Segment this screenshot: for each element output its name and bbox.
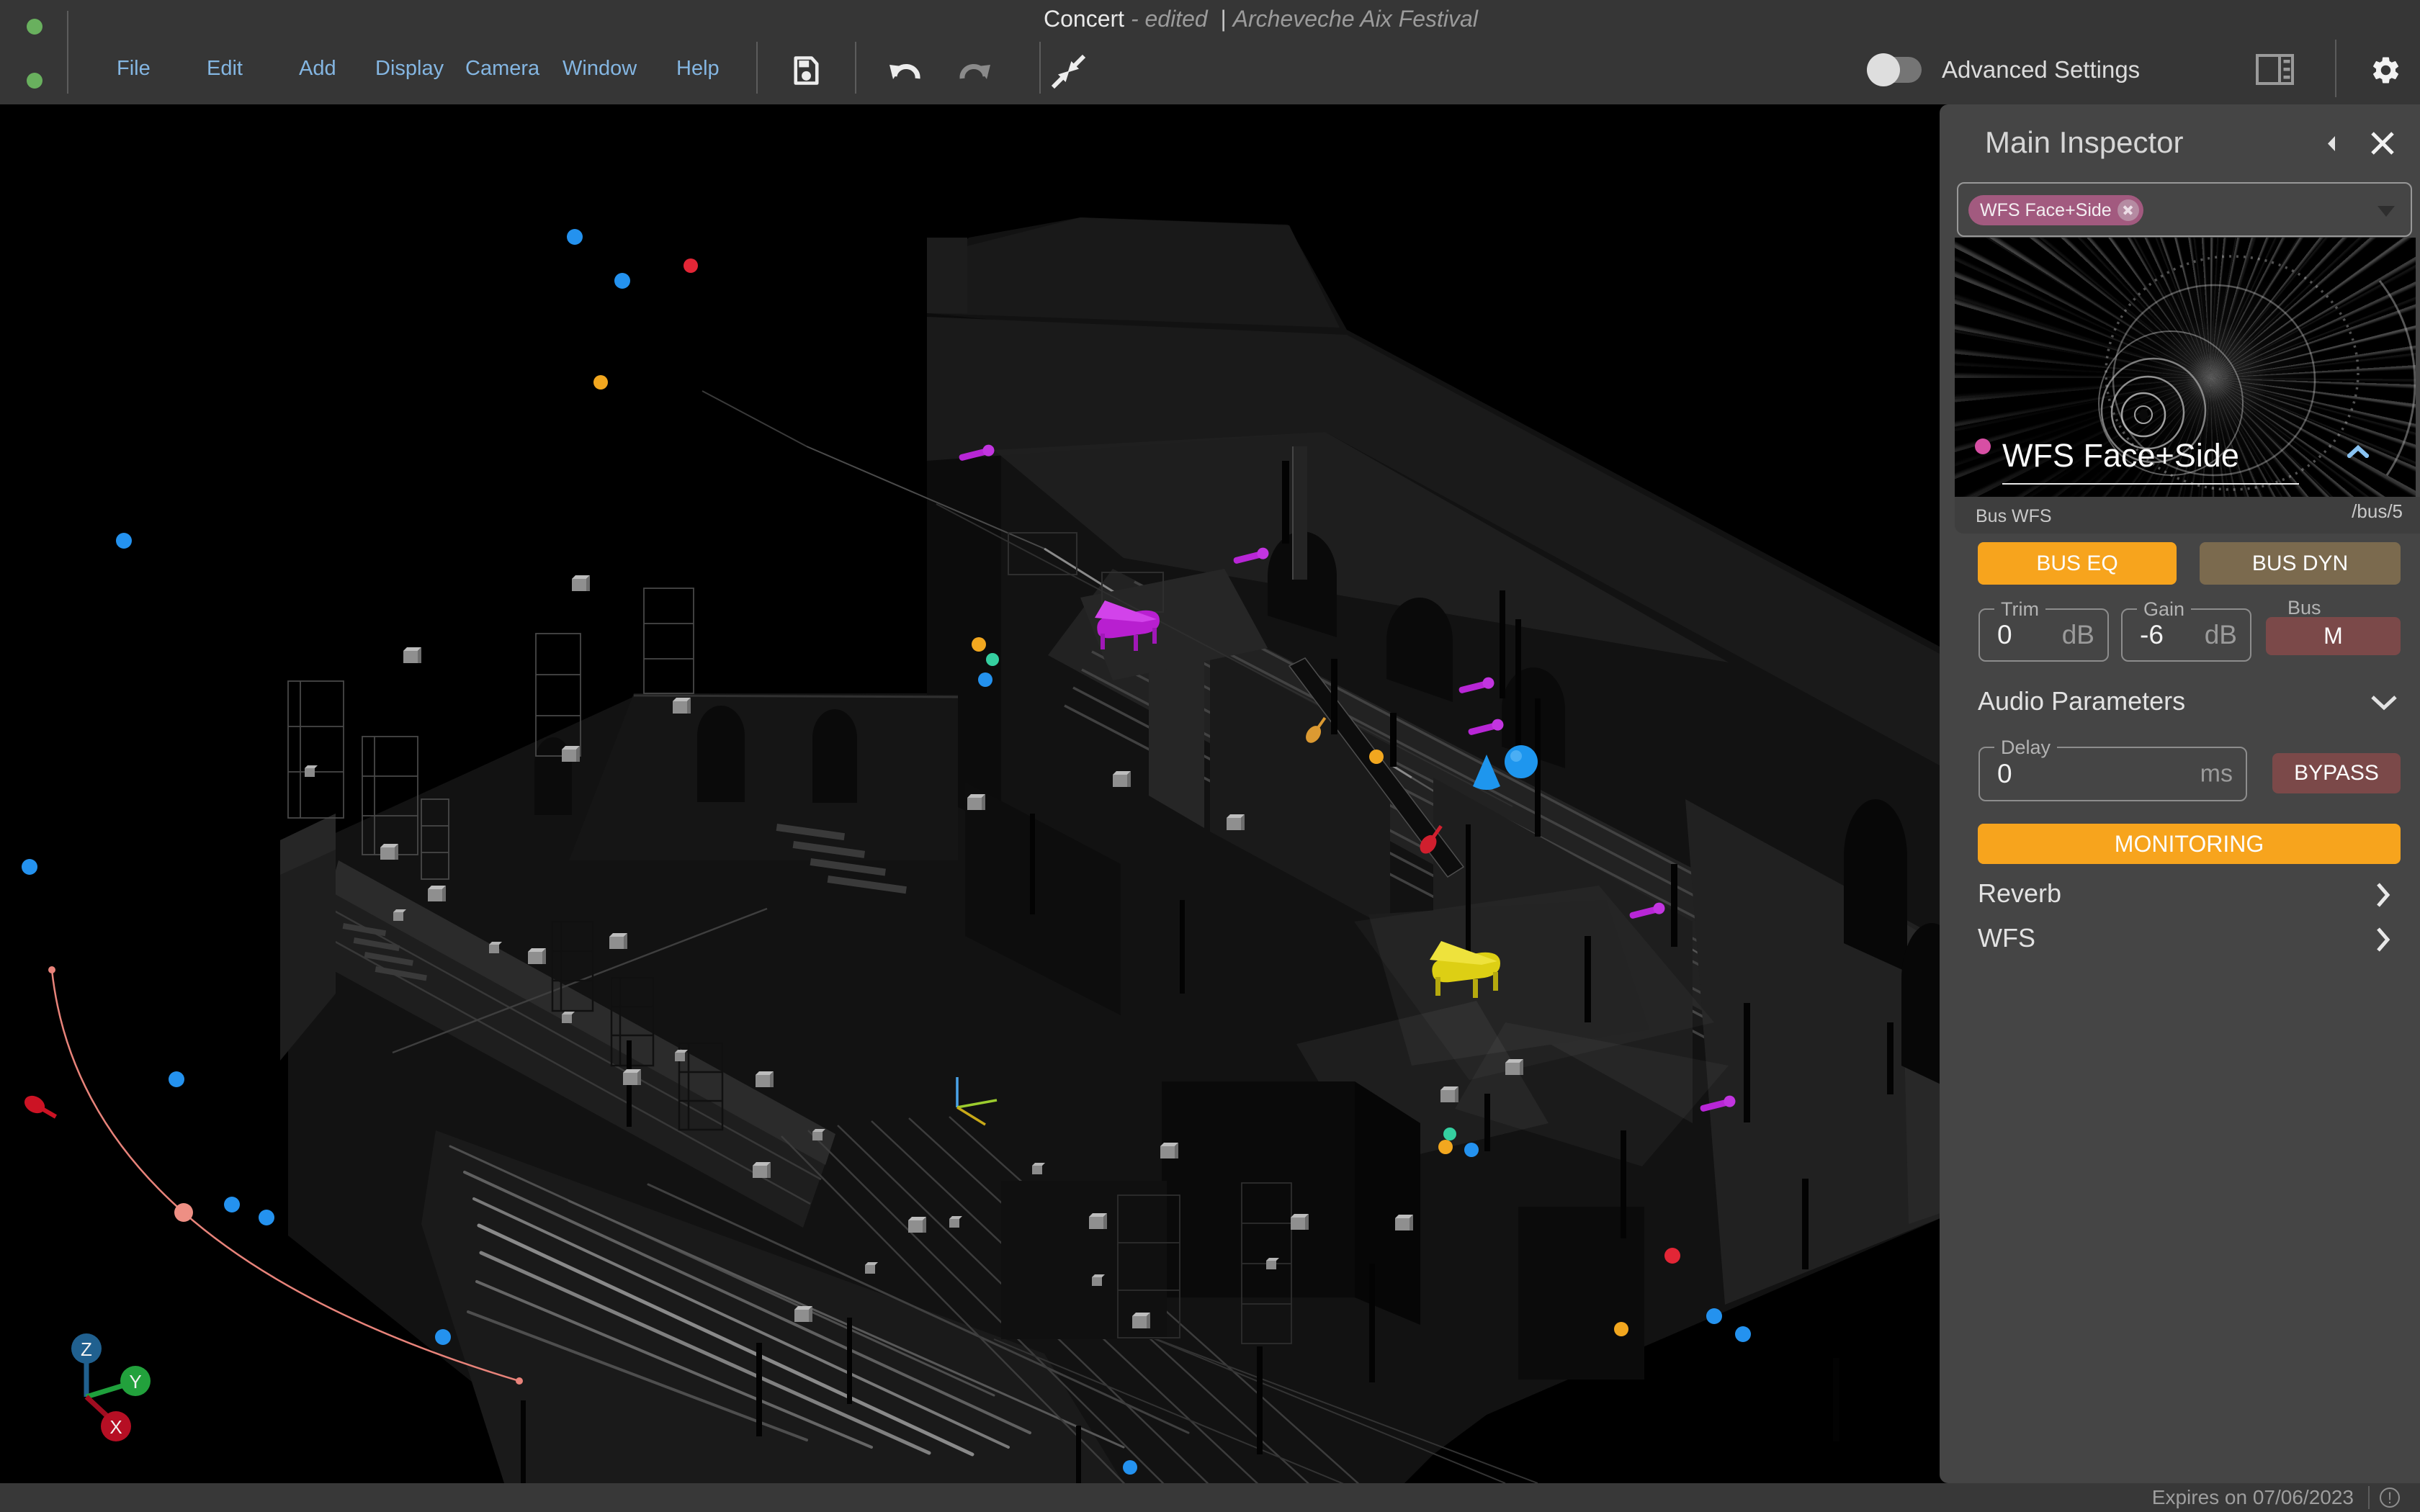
svg-text:Z: Z — [81, 1338, 92, 1360]
svg-text:Y: Y — [129, 1371, 141, 1392]
svg-text:X: X — [109, 1416, 122, 1438]
